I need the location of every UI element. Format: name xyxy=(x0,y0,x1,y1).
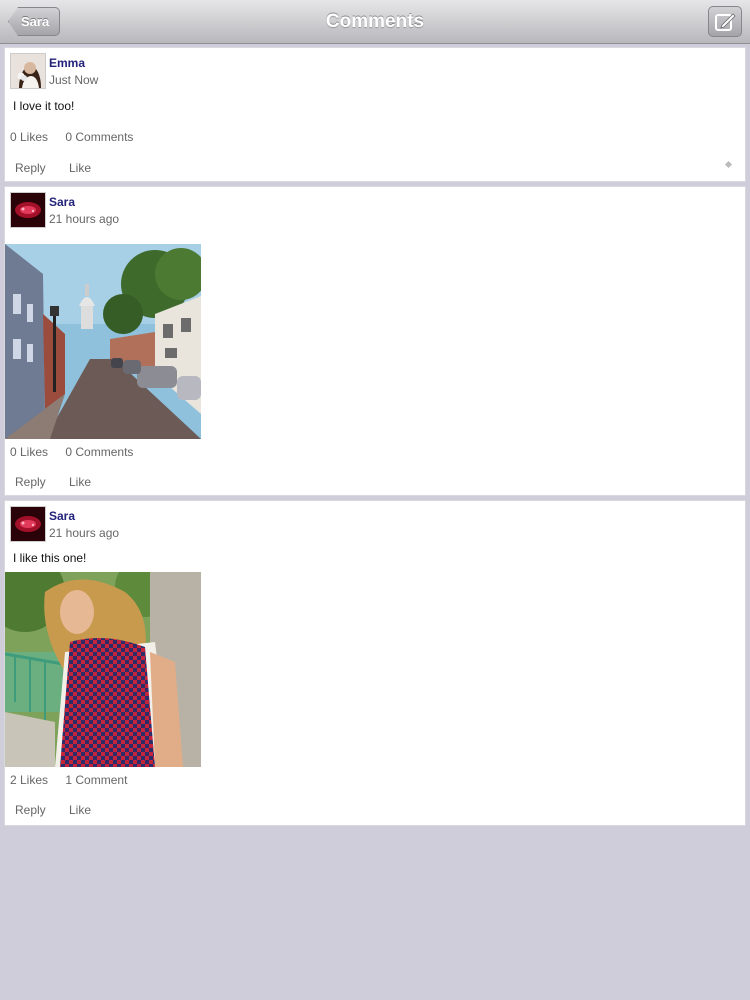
comments-count[interactable]: 1 Comment xyxy=(65,773,127,787)
comment-text: I love it too! xyxy=(13,99,75,113)
like-button[interactable]: Like xyxy=(69,161,91,175)
timestamp: 21 hours ago xyxy=(49,212,120,226)
comment-card: Emma Just Now I love it too! 0 Likes 0 C… xyxy=(4,47,746,182)
reply-button[interactable]: Reply xyxy=(15,475,46,489)
comment-text: I like this one! xyxy=(13,551,87,565)
stats-row: 0 Likes 0 Comments xyxy=(10,445,147,459)
author-name[interactable]: Sara xyxy=(49,509,75,523)
avatar[interactable] xyxy=(10,506,46,542)
back-button[interactable]: Sara xyxy=(8,7,61,36)
like-button[interactable]: Like xyxy=(69,803,91,817)
likes-count[interactable]: 0 Likes xyxy=(10,445,48,459)
reply-button[interactable]: Reply xyxy=(15,161,46,175)
post-photo[interactable] xyxy=(5,572,201,767)
compose-icon xyxy=(715,12,736,31)
reply-button[interactable]: Reply xyxy=(15,803,46,817)
more-options-icon[interactable] xyxy=(724,160,733,169)
comment-card: Sara 21 hours ago I like this one! 2 Lik… xyxy=(4,500,746,826)
likes-count[interactable]: 0 Likes xyxy=(10,130,48,144)
avatar[interactable] xyxy=(10,53,46,89)
comments-count[interactable]: 0 Comments xyxy=(65,445,133,459)
stats-row: 2 Likes 1 Comment xyxy=(10,773,141,787)
timestamp: 21 hours ago xyxy=(49,526,120,540)
stats-row: 0 Likes 0 Comments xyxy=(10,130,147,144)
comment-card: Sara 21 hours ago 0 Likes 0 Comments Rep… xyxy=(4,186,746,496)
timestamp: Just Now xyxy=(49,73,99,87)
navigation-bar: Sara Comments xyxy=(0,0,750,44)
author-name[interactable]: Emma xyxy=(49,56,85,70)
like-button[interactable]: Like xyxy=(69,475,91,489)
post-photo[interactable] xyxy=(5,244,201,439)
compose-button[interactable] xyxy=(708,6,742,37)
comments-count[interactable]: 0 Comments xyxy=(65,130,133,144)
author-name[interactable]: Sara xyxy=(49,195,75,209)
back-button-label: Sara xyxy=(21,14,50,29)
page-title: Comments xyxy=(325,10,425,32)
avatar[interactable] xyxy=(10,192,46,228)
likes-count[interactable]: 2 Likes xyxy=(10,773,48,787)
